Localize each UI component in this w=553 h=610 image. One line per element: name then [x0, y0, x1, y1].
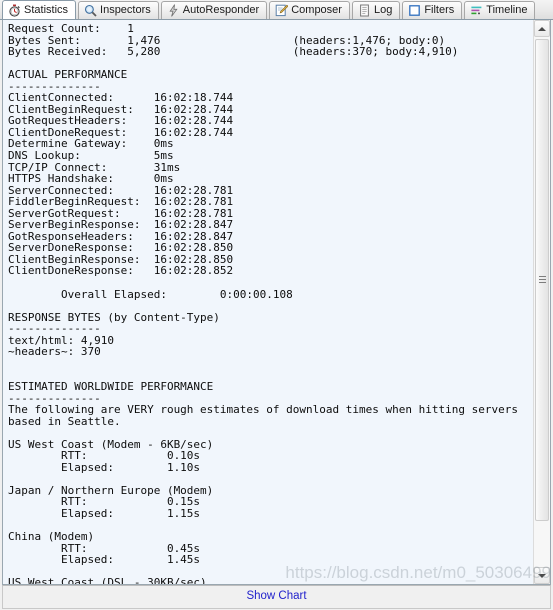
tab-autoresponder[interactable]: AutoResponder [160, 1, 268, 19]
pencil-note-icon [275, 4, 289, 17]
scroll-down-button[interactable] [534, 567, 550, 584]
document-icon [358, 4, 371, 17]
fiddler-statistics-window: Statistics Inspectors AutoResponder Comp… [0, 0, 553, 610]
tab-label: Filters [424, 4, 455, 16]
statistics-text-viewport: Request Count: 1 Bytes Sent: 1,476 (head… [3, 20, 533, 584]
tab-label: Timeline [486, 4, 528, 16]
vertical-scrollbar[interactable] [533, 20, 550, 584]
stopwatch-icon [8, 4, 21, 17]
scroll-down-arrow-icon [538, 573, 546, 578]
tab-label: Inspectors [100, 4, 151, 16]
scrollbar-thumb[interactable] [535, 39, 549, 521]
tab-label: AutoResponder [182, 4, 260, 16]
show-chart-link[interactable]: Show Chart [246, 591, 306, 603]
tab-label: Statistics [24, 3, 69, 16]
blue-square-icon [408, 4, 421, 17]
statistics-panel: Request Count: 1 Bytes Sent: 1,476 (head… [2, 20, 551, 585]
tab-timeline[interactable]: Timeline [464, 1, 536, 19]
tab-statistics[interactable]: Statistics [2, 0, 77, 19]
lightning-bolt-icon [167, 4, 180, 17]
scrollbar-grip-icon [539, 276, 546, 284]
tab-log[interactable]: Log [351, 1, 401, 19]
statistics-report-text[interactable]: Request Count: 1 Bytes Sent: 1,476 (head… [3, 20, 533, 584]
tab-label: Log [373, 4, 393, 16]
scroll-up-arrow-icon [538, 26, 546, 31]
timeline-bars-icon [470, 4, 483, 17]
scroll-up-button[interactable] [534, 20, 550, 37]
statistics-footer: Show Chart [2, 585, 551, 609]
tab-inspectors[interactable]: Inspectors [78, 1, 159, 19]
main-tab-bar: Statistics Inspectors AutoResponder Comp… [0, 0, 553, 20]
tab-label: Composer [291, 4, 342, 16]
statistics-content-area: Request Count: 1 Bytes Sent: 1,476 (head… [0, 20, 553, 610]
magnifier-icon [84, 4, 97, 17]
tab-composer[interactable]: Composer [269, 1, 350, 19]
tab-filters[interactable]: Filters [402, 1, 463, 19]
